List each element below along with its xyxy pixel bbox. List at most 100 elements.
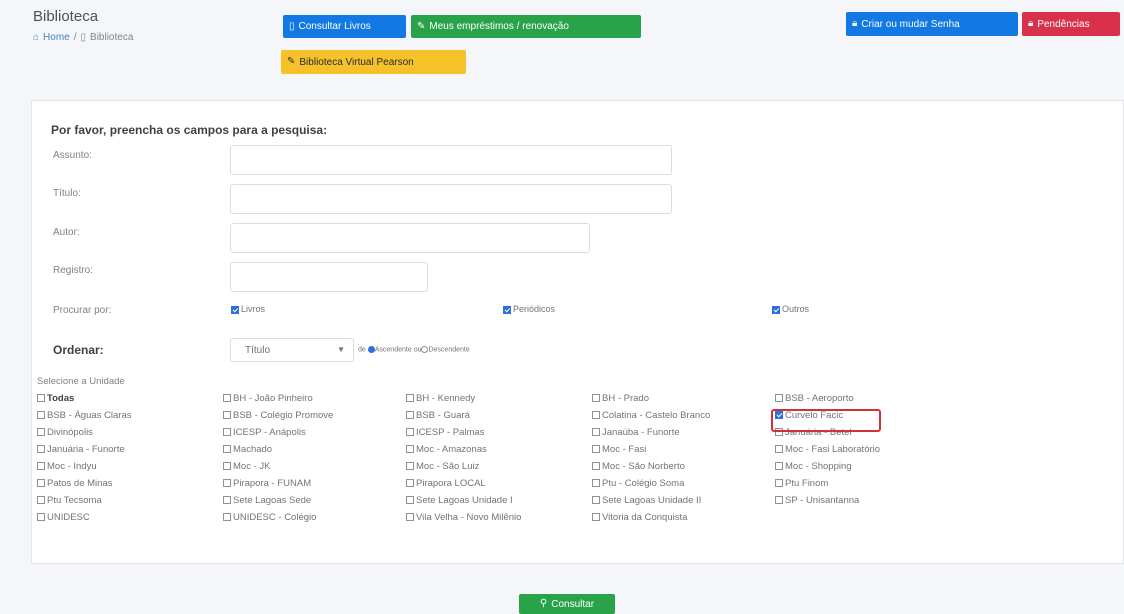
unidade-checkbox[interactable]	[223, 394, 231, 403]
lock-icon: 🔒︎	[852, 18, 858, 29]
unidade-checkbox[interactable]	[592, 462, 600, 471]
unidade-checkbox[interactable]	[37, 462, 45, 471]
unidade-option[interactable]: BH - João Pinheiro	[223, 393, 313, 404]
unidade-option[interactable]: BSB - Guará	[406, 410, 470, 421]
unidade-checkbox[interactable]	[406, 513, 414, 522]
unidade-checkbox[interactable]	[592, 445, 600, 454]
consultar-icon: ⚲	[539, 598, 548, 609]
unidade-option[interactable]: Pirapora LOCAL	[406, 478, 486, 489]
breadcrumb-home-link[interactable]: Home	[43, 32, 70, 43]
consultar-button[interactable]: ⚲ Consultar	[519, 594, 615, 614]
pendencias-button[interactable]: 🔒︎ Pendências	[1022, 12, 1120, 36]
unidade-checkbox[interactable]	[37, 394, 45, 403]
unidade-checkbox[interactable]	[406, 496, 414, 505]
unidade-option-label: Todas	[47, 393, 75, 404]
unidade-option[interactable]: Sete Lagoas Sede	[223, 495, 311, 506]
unidade-checkbox[interactable]	[406, 428, 414, 437]
unidade-option[interactable]: Patos de Minas	[37, 478, 112, 489]
unidade-option[interactable]: ICESP - Anápolis	[223, 427, 306, 438]
unidade-option[interactable]: Pirapora - FUNAM	[223, 478, 311, 489]
criar-senha-button[interactable]: 🔒︎ Criar ou mudar Senha	[846, 12, 1018, 36]
livros-checkbox[interactable]	[231, 305, 239, 314]
unidade-option[interactable]: Sete Lagoas Unidade I	[406, 495, 513, 506]
unidade-option[interactable]: Januária - Funorte	[37, 444, 125, 455]
unidade-option[interactable]: UNIDESC - Colégio	[223, 512, 316, 523]
unidade-checkbox[interactable]	[775, 462, 783, 471]
unidade-checkbox[interactable]	[37, 496, 45, 505]
procurar-livros[interactable]: Livros	[231, 304, 265, 314]
unidade-checkbox[interactable]	[223, 411, 231, 420]
unidade-option[interactable]: Ptu - Colégio Soma	[592, 478, 684, 489]
unidade-option[interactable]: BSB - Aeroporto	[775, 393, 854, 404]
unidade-checkbox[interactable]	[592, 479, 600, 488]
unidade-option[interactable]: BH - Kennedy	[406, 393, 475, 404]
unidade-option[interactable]: Todas	[37, 393, 74, 404]
unidade-option[interactable]: Moc - Amazonas	[406, 444, 487, 455]
unidade-option[interactable]: ICESP - Palmas	[406, 427, 484, 438]
unidade-option[interactable]: Colatina - Castelo Branco	[592, 410, 710, 421]
unidade-checkbox[interactable]	[223, 445, 231, 454]
unidade-checkbox[interactable]	[775, 496, 783, 505]
procurar-outros[interactable]: Outros	[772, 304, 809, 314]
unidade-checkbox[interactable]	[592, 428, 600, 437]
periodicos-checkbox[interactable]	[503, 305, 511, 314]
unidade-option[interactable]: Moc - Fasi Laboratório	[775, 444, 880, 455]
unidade-option[interactable]: Moc - São Norberto	[592, 461, 685, 472]
consultar-livros-button[interactable]: ▯ Consultar Livros	[283, 15, 406, 38]
unidade-option[interactable]: Divinópolis	[37, 427, 93, 438]
outros-checkbox[interactable]	[772, 305, 780, 314]
procurar-periodicos[interactable]: Periódicos	[503, 304, 555, 314]
unidade-option[interactable]: Moc - Fasi	[592, 444, 646, 455]
unidade-checkbox[interactable]	[223, 513, 231, 522]
unidade-checkbox[interactable]	[592, 394, 600, 403]
unidade-checkbox[interactable]	[592, 513, 600, 522]
registro-input[interactable]	[230, 262, 428, 292]
unidade-checkbox[interactable]	[37, 411, 45, 420]
unidade-checkbox[interactable]	[223, 479, 231, 488]
unidade-checkbox[interactable]	[406, 462, 414, 471]
breadcrumb-current: Biblioteca	[90, 32, 134, 43]
unidade-checkbox[interactable]	[37, 428, 45, 437]
unidade-option[interactable]: Moc - Shopping	[775, 461, 852, 472]
unidade-checkbox[interactable]	[775, 394, 783, 403]
unidade-option[interactable]: UNIDESC	[37, 512, 90, 523]
unidade-option[interactable]: Moc - São Luiz	[406, 461, 479, 472]
unidade-option[interactable]: Vila Velha - Novo Milênio	[406, 512, 521, 523]
ascendente-radio[interactable]	[367, 346, 375, 353]
unidade-checkbox[interactable]	[592, 411, 600, 420]
unidade-option[interactable]: Sete Lagoas Unidade II	[592, 495, 701, 506]
unidade-option[interactable]: Moc - Indyu	[37, 461, 97, 472]
unidade-option[interactable]: Ptu Finom	[775, 478, 828, 489]
unidade-checkbox[interactable]	[406, 445, 414, 454]
unidade-checkbox[interactable]	[775, 479, 783, 488]
titulo-input[interactable]	[230, 184, 672, 214]
autor-input[interactable]	[230, 223, 590, 253]
unidade-option-label: ICESP - Anápolis	[233, 427, 306, 438]
assunto-input[interactable]	[230, 145, 672, 175]
file-icon: ▯	[289, 20, 295, 32]
unidade-option[interactable]: Janaúba - Funorte	[592, 427, 680, 438]
unidade-checkbox[interactable]	[37, 445, 45, 454]
unidade-checkbox[interactable]	[592, 496, 600, 505]
ordenar-select[interactable]: Título ▼	[230, 338, 354, 362]
unidade-checkbox[interactable]	[406, 479, 414, 488]
unidade-checkbox[interactable]	[37, 513, 45, 522]
unidade-checkbox[interactable]	[37, 479, 45, 488]
unidade-checkbox[interactable]	[223, 428, 231, 437]
unidade-checkbox[interactable]	[406, 394, 414, 403]
unidade-option[interactable]: SP - Unisantanna	[775, 495, 859, 506]
unidade-option[interactable]: BSB - Colégio Promove	[223, 410, 333, 421]
unidade-option[interactable]: Ptu Tecsoma	[37, 495, 102, 506]
unidade-checkbox[interactable]	[223, 462, 231, 471]
unidade-option[interactable]: BSB - Águas Claras	[37, 410, 131, 421]
unidade-option[interactable]: Machado	[223, 444, 272, 455]
unidade-option[interactable]: Moc - JK	[223, 461, 270, 472]
biblioteca-virtual-button[interactable]: ✎ Biblioteca Virtual Pearson	[281, 50, 466, 74]
unidade-option[interactable]: BH - Prado	[592, 393, 649, 404]
unidade-checkbox[interactable]	[223, 496, 231, 505]
meus-emprestimos-button[interactable]: ✎ Meus empréstimos / renovação	[411, 15, 641, 38]
criar-senha-label: Criar ou mudar Senha	[861, 18, 960, 30]
unidade-option[interactable]: Vitoria da Conquista	[592, 512, 687, 523]
unidade-checkbox[interactable]	[406, 411, 414, 420]
unidade-checkbox[interactable]	[775, 445, 783, 454]
